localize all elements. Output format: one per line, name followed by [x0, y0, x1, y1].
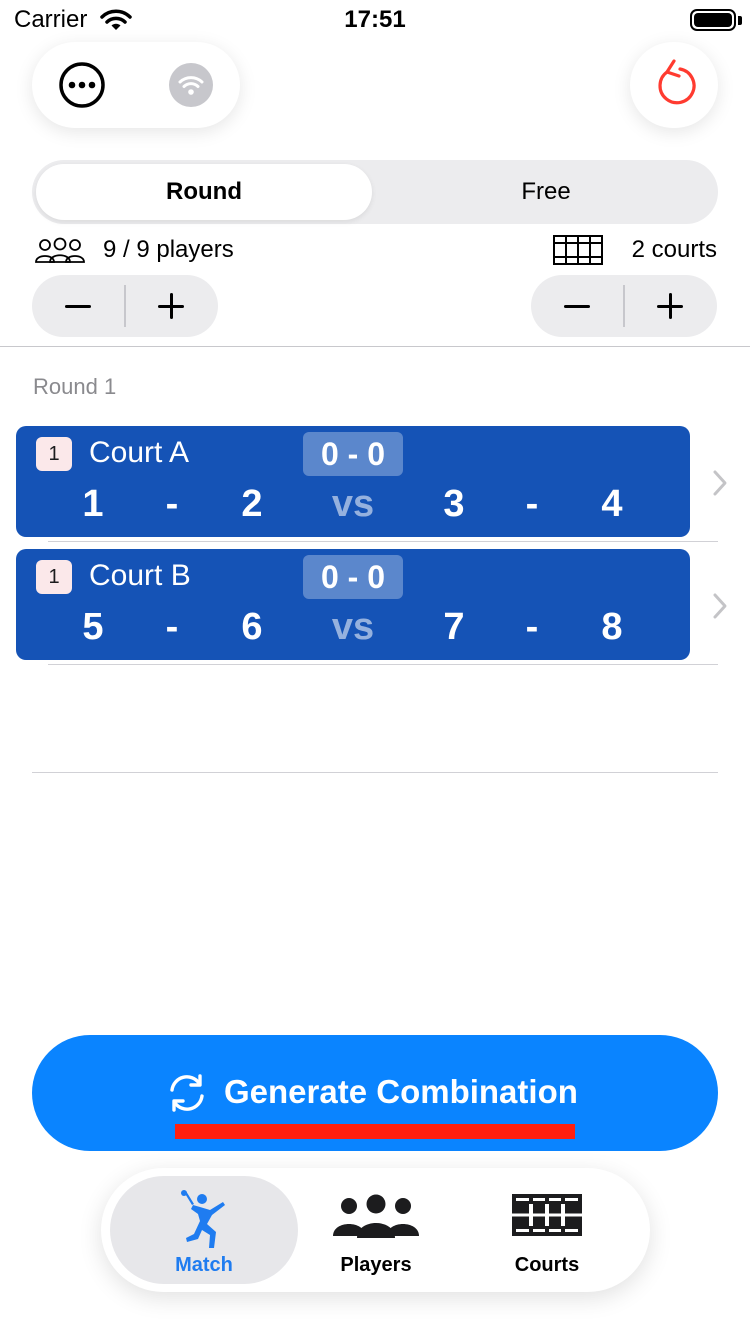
- minus-icon: [65, 305, 91, 308]
- match-score[interactable]: 0 - 0: [303, 555, 403, 599]
- players-stepper: [32, 275, 218, 337]
- courts-decrement-button[interactable]: [531, 275, 624, 337]
- people-filled-icon: [333, 1194, 419, 1238]
- team2-player1: 7: [443, 606, 465, 648]
- generate-combination-button[interactable]: Generate Combination: [32, 1035, 718, 1151]
- players-decrement-button[interactable]: [32, 275, 125, 337]
- team1-player2: 2: [241, 483, 263, 525]
- courts-grid-icon: [512, 1194, 582, 1236]
- battery-icon: [690, 9, 736, 31]
- plus-icon-vertical: [170, 293, 173, 319]
- vs-label: vs: [331, 483, 375, 525]
- players-count-label: 9 / 9 players: [103, 236, 234, 263]
- segment-round[interactable]: Round: [36, 164, 372, 220]
- courts-count-label: 2 courts: [631, 236, 717, 263]
- courts-stepper: [531, 275, 717, 337]
- team2-player1: 3: [443, 483, 465, 525]
- header-divider: [0, 346, 750, 347]
- team2-player2: 8: [601, 606, 623, 648]
- tab-bar: Match Players Courts: [101, 1168, 650, 1292]
- round-badge: 1: [36, 437, 72, 471]
- highlight-bar: [175, 1124, 575, 1139]
- tab-players-label: Players: [340, 1254, 412, 1276]
- top-left-toolbar: [32, 42, 240, 128]
- team1-player1: 5: [82, 606, 104, 648]
- match-card-court-b[interactable]: 1 Court B 0 - 0 5 - 6 vs 7 - 8: [16, 549, 690, 660]
- round-header: Round 1: [33, 374, 117, 399]
- chevron-right-icon[interactable]: [712, 469, 728, 497]
- reset-button[interactable]: [630, 42, 718, 128]
- match-score[interactable]: 0 - 0: [303, 432, 403, 476]
- team1-player2: 6: [241, 606, 263, 648]
- badminton-player-icon: [181, 1190, 225, 1248]
- minus-icon: [564, 305, 590, 308]
- segment-free[interactable]: Free: [378, 164, 714, 220]
- round-badge: 1: [36, 560, 72, 594]
- refresh-arrows-icon: [170, 1074, 204, 1112]
- row-divider: [48, 541, 718, 542]
- tab-courts-label: Courts: [514, 1254, 580, 1276]
- vs-label: vs: [331, 606, 375, 648]
- court-name: Court A: [89, 436, 190, 469]
- tab-players[interactable]: Players: [282, 1176, 470, 1284]
- team2-dash: -: [525, 483, 539, 525]
- tab-courts[interactable]: Courts: [453, 1176, 641, 1284]
- match-card-court-a[interactable]: 1 Court A 0 - 0 1 - 2 vs 3 - 4: [16, 426, 690, 537]
- courts-increment-button[interactable]: [624, 275, 717, 337]
- reset-arrow-icon: [658, 59, 696, 105]
- row-divider: [48, 664, 718, 665]
- generate-combination-label: Generate Combination: [224, 1073, 578, 1110]
- plus-icon-vertical: [669, 293, 672, 319]
- wifi-button[interactable]: [169, 63, 213, 107]
- chevron-right-icon[interactable]: [712, 592, 728, 620]
- ellipsis-circle-icon[interactable]: [58, 61, 106, 109]
- team1-player1: 1: [82, 483, 104, 525]
- battery-cap: [738, 16, 742, 25]
- list-bottom-divider: [32, 772, 718, 773]
- clock: 17:51: [344, 6, 406, 33]
- three-people-outline-icon: [35, 237, 85, 263]
- court-name: Court B: [89, 559, 191, 592]
- mode-segmented-control: Round Free: [32, 160, 718, 224]
- wifi-icon: [178, 76, 204, 95]
- team1-dash: -: [165, 606, 179, 648]
- team1-dash: -: [165, 483, 179, 525]
- players-increment-button[interactable]: [125, 275, 218, 337]
- team2-dash: -: [525, 606, 539, 648]
- tab-match[interactable]: Match: [110, 1176, 298, 1284]
- status-bar: Carrier 17:51: [0, 0, 750, 40]
- tab-match-label: Match: [175, 1254, 233, 1276]
- court-grid-icon: [553, 235, 603, 265]
- team2-player2: 4: [601, 483, 623, 525]
